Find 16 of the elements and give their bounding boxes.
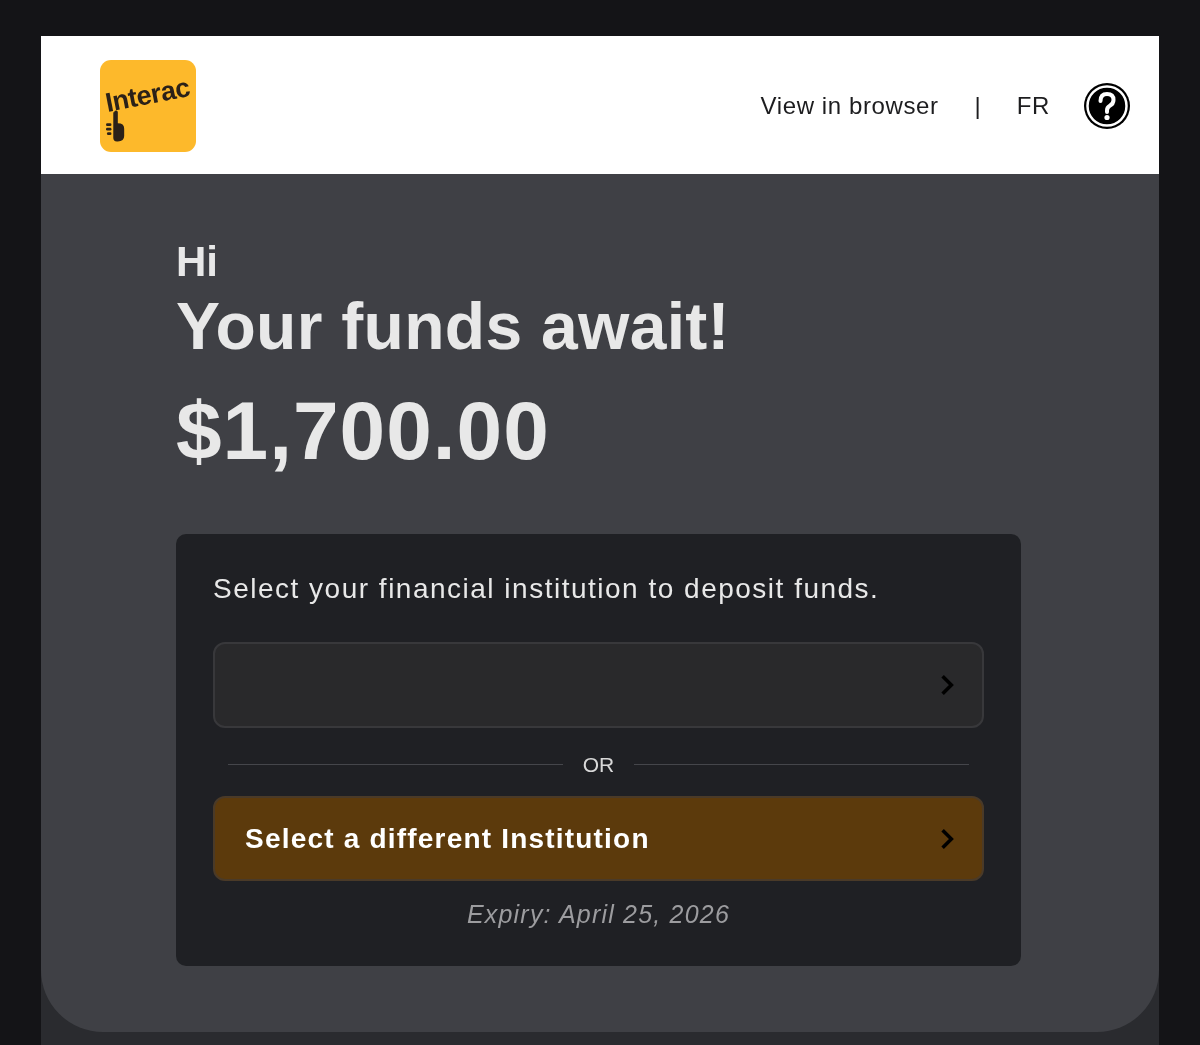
separator: | [974, 92, 981, 120]
or-label: OR [582, 752, 615, 778]
language-link[interactable]: FR [1016, 92, 1050, 120]
help-icon[interactable] [1084, 83, 1130, 129]
select-institution-button[interactable]: Select a different Institution [213, 796, 984, 882]
logo-text: Interac [102, 72, 193, 119]
expiry-text: Expiry: April 25, 2026 [466, 899, 731, 931]
pointing-hand-icon [106, 110, 126, 142]
chevron-right-icon [940, 827, 954, 850]
greeting: Hi [176, 237, 218, 287]
institution-field[interactable] [213, 642, 984, 729]
amount: $1,700.00 [176, 383, 550, 478]
headline: Your funds await! [176, 288, 730, 366]
chevron-right-icon [940, 674, 954, 697]
instruction-text: Select your financial institution to deposit funds. [213, 571, 880, 606]
view-in-browser-link[interactable]: View in browser [760, 92, 939, 120]
